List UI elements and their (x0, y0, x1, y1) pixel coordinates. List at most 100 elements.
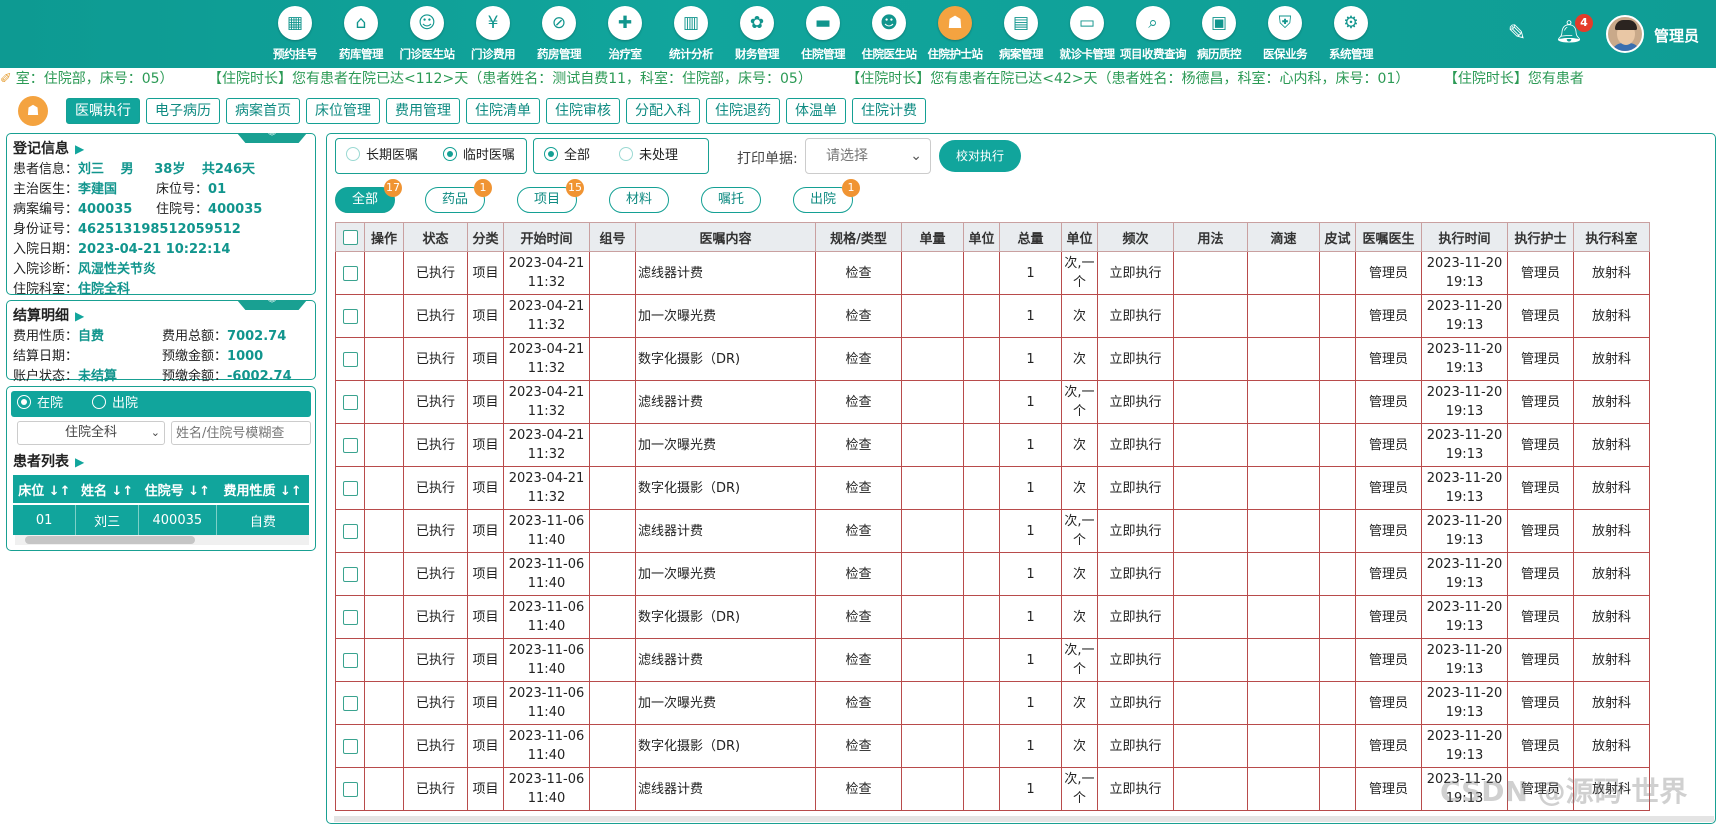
nav-item[interactable]: ☺ 门诊医生站 (394, 6, 460, 66)
filter-pill[interactable]: 项目 15 (517, 179, 584, 213)
nav-item[interactable]: ☻ 住院医生站 (856, 6, 922, 66)
verify-execute-button[interactable]: 校对执行 (939, 140, 1021, 172)
row-checkbox[interactable] (335, 509, 365, 553)
tab[interactable]: 医嘱执行 (66, 98, 140, 124)
collapse-handle[interactable]: ︾ (237, 300, 307, 310)
avatar[interactable] (1606, 15, 1644, 53)
nav-item[interactable]: ¥ 门诊费用 (460, 6, 526, 66)
row-checkbox[interactable] (335, 337, 365, 381)
column-header[interactable]: 费用性质 ↓↑ (216, 475, 309, 504)
table-row[interactable]: 已执行 项目 2023-04-21 11:32 加一次曝光费 检查 1 次立即执行 管理员 20… (335, 423, 1650, 467)
table-cell: 项目 (467, 552, 504, 596)
nav-item[interactable]: ⌕ 项目收费查询 (1120, 6, 1187, 66)
table-row[interactable]: 已执行 项目 2023-11-06 11:40 加一次曝光费 检查 1 次立即执行 管理员 20… (335, 681, 1650, 725)
sort-icon[interactable]: ↓↑ (275, 484, 302, 499)
table-row[interactable]: 已执行 项目 2023-04-21 11:32 滤线器计费 检查 1 次,一个 立即执行 管理员… (335, 251, 1650, 295)
row-checkbox[interactable] (335, 423, 365, 467)
radio-long-term[interactable]: 长期医嘱 (346, 147, 418, 163)
table-row[interactable]: 已执行 项目 2023-04-21 11:32 滤线器计费 检查 1 次,一个 立即执行 管理员… (335, 380, 1650, 424)
nav-item[interactable]: ⊘ 药房管理 (526, 6, 592, 66)
registration-panel: ︾ 登记信息 ▶ 患者信息：刘三 男 38岁 共246天 主治医生：李建国 床位号：… (6, 133, 316, 297)
column-header[interactable]: 住院号 ↓↑ (138, 475, 217, 504)
tab[interactable]: 病案首页 (226, 98, 300, 124)
radio-all[interactable]: 全部 (544, 147, 590, 163)
table-row[interactable]: 已执行 项目 2023-04-21 11:32 数字化摄影（DR) 检查 1 次立即执行 管理… (335, 337, 1650, 381)
pill-icon: ⊘ (542, 6, 576, 40)
filter-pill[interactable]: 出院 1 (793, 179, 860, 213)
tab[interactable]: 住院计费 (852, 98, 926, 124)
nav-item[interactable]: ▬ 住院管理 (790, 6, 856, 66)
nav-item[interactable]: ☗ 住院护士站 (922, 6, 988, 66)
nav-item[interactable]: ▥ 统计分析 (658, 6, 724, 66)
row-checkbox[interactable] (335, 251, 365, 295)
row-checkbox[interactable] (335, 294, 365, 338)
select-all-checkbox[interactable] (335, 222, 365, 252)
tab[interactable]: 费用管理 (386, 98, 460, 124)
nav-item[interactable]: ▦ 预约挂号 (262, 6, 328, 66)
patient-search-input[interactable] (171, 421, 311, 445)
row-checkbox[interactable] (335, 681, 365, 725)
sort-icon[interactable]: ↓↑ (107, 484, 133, 499)
filter-pill[interactable]: 药品 1 (425, 179, 492, 213)
table-cell: 检查 (815, 638, 902, 682)
case-number: 400035 (78, 202, 133, 217)
column-header[interactable]: 姓名 ↓↑ (75, 475, 139, 504)
pencil-icon[interactable]: ✎ (1503, 20, 1531, 48)
radio-in-hospital[interactable]: 在院 (17, 395, 63, 411)
orders-horizontal-scrollbar[interactable] (334, 816, 1714, 822)
table-cell (963, 294, 1000, 338)
tab[interactable]: 分配入科 (626, 98, 700, 124)
tab[interactable]: 住院退药 (706, 98, 780, 124)
row-checkbox[interactable] (335, 380, 365, 424)
filter-pill[interactable]: 嘱托 (701, 187, 761, 213)
nav-item[interactable]: ⛨ 医保业务 (1252, 6, 1318, 66)
collapse-handle[interactable]: ︾ (237, 133, 307, 143)
tab[interactable]: 床位管理 (306, 98, 380, 124)
nav-item[interactable]: ✚ 治疗室 (592, 6, 658, 66)
table-row[interactable]: 已执行 项目 2023-11-06 11:40 数字化摄影（DR) 检查 1 次立即执行 管理… (335, 595, 1650, 639)
row-checkbox[interactable] (335, 767, 365, 811)
row-checkbox[interactable] (335, 638, 365, 682)
radio-discharged[interactable]: 出院 (91, 395, 138, 411)
table-cell (364, 681, 404, 725)
filter-pill[interactable]: 全部 17 (335, 179, 402, 213)
table-row[interactable]: 已执行 项目 2023-11-06 11:40 数字化摄影（DR) 检查 1 次立即执行 管理… (335, 724, 1650, 768)
table-cell: 立即执行 (1097, 251, 1174, 295)
table-row[interactable]: 已执行 项目 2023-11-06 11:40 滤线器计费 检查 1 次,一个 立即执行 管理员… (335, 509, 1650, 553)
table-cell: 滤线器计费 (635, 251, 816, 295)
table-row[interactable]: 已执行 项目 2023-04-21 11:32 数字化摄影（DR) 检查 1 次立即执行 管理… (335, 466, 1650, 510)
username-label[interactable]: 管理员 (1654, 25, 1699, 46)
nav-item[interactable]: ▤ 病案管理 (988, 6, 1054, 66)
nav-item[interactable]: ▭ 就诊卡管理 (1054, 6, 1120, 66)
table-row[interactable]: 已执行 项目 2023-04-21 11:32 加一次曝光费 检查 1 次立即执行 管理员 20… (335, 294, 1650, 338)
table-cell: 已执行 (403, 251, 468, 295)
nav-item[interactable]: ⌂ 药库管理 (328, 6, 394, 66)
table-row[interactable]: 已执行 项目 2023-11-06 11:40 滤线器计费 检查 1 次,一个 立即执行 管理员… (335, 638, 1650, 682)
sort-icon[interactable]: ↓↑ (184, 484, 210, 499)
nav-item[interactable]: ✿ 财务管理 (724, 6, 790, 66)
tab[interactable]: 体温单 (786, 98, 846, 124)
row-checkbox[interactable] (335, 595, 365, 639)
radio-unprocessed[interactable]: 未处理 (618, 147, 678, 163)
tab[interactable]: 电子病历 (146, 98, 220, 124)
table-cell: 加一次曝光费 (635, 552, 816, 596)
nav-item[interactable]: ▣ 病历质控 (1186, 6, 1252, 66)
sort-icon[interactable]: ↓↑ (44, 484, 71, 499)
print-select[interactable]: 请选择 ⌄ (805, 138, 931, 174)
table-row[interactable]: 01 刘三 400035 自费 (13, 503, 309, 535)
horizontal-scrollbar[interactable] (15, 535, 309, 545)
tab[interactable]: 住院审核 (546, 98, 620, 124)
admit-date: 2023-04-21 10:22:14 (78, 242, 231, 257)
filter-pill[interactable]: 材料 (609, 187, 669, 213)
table-cell (1247, 724, 1320, 768)
row-checkbox[interactable] (335, 724, 365, 768)
table-cell (1173, 552, 1248, 596)
table-row[interactable]: 已执行 项目 2023-11-06 11:40 加一次曝光费 检查 1 次立即执行 管理员 20… (335, 552, 1650, 596)
tab[interactable]: 住院清单 (466, 98, 540, 124)
column-header[interactable]: 床位 ↓↑ (13, 475, 76, 504)
nav-item[interactable]: ⚙ 系统管理 (1318, 6, 1384, 66)
dept-select[interactable]: 住院全科 ⌄ (17, 421, 165, 445)
radio-temporary[interactable]: 临时医嘱 (442, 147, 515, 163)
row-checkbox[interactable] (335, 466, 365, 510)
row-checkbox[interactable] (335, 552, 365, 596)
